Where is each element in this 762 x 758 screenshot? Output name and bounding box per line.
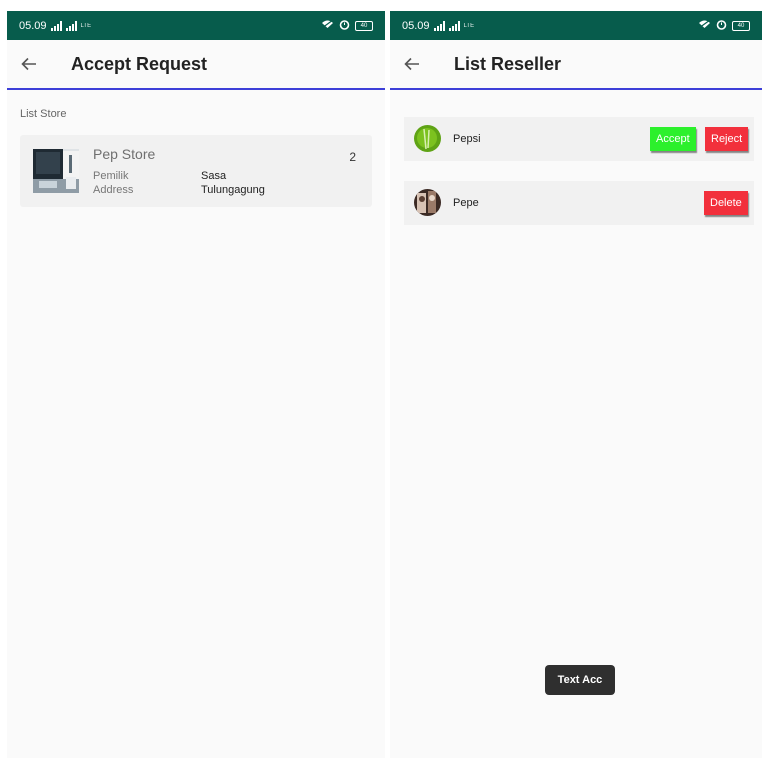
alarm-icon [339, 19, 350, 33]
owner-label: Pemilik [93, 170, 129, 182]
delete-button[interactable]: Delete [704, 191, 748, 215]
network-type: LTE [80, 22, 92, 29]
back-arrow-icon[interactable] [404, 57, 434, 71]
signal-icon-2 [448, 20, 460, 31]
store-image [33, 149, 79, 193]
reseller-avatar [414, 125, 441, 152]
reseller-row[interactable]: Pepe Delete [404, 181, 754, 225]
battery-icon: 40 [732, 20, 750, 31]
signal-icon-2 [65, 20, 77, 31]
wifi-off-icon [698, 19, 711, 32]
status-bar: 05.09 LTE 40 [7, 11, 385, 40]
store-card[interactable]: Pep Store 2 Pemilik Sasa Address Tulunga… [20, 135, 372, 207]
signal-icon [433, 20, 445, 31]
store-count: 2 [349, 150, 356, 164]
wifi-off-icon [321, 19, 334, 32]
battery-icon: 40 [355, 20, 373, 31]
accept-button[interactable]: Accept [650, 127, 696, 151]
section-label: List Store [20, 108, 67, 120]
reseller-name: Pepsi [453, 133, 481, 145]
back-arrow-icon[interactable] [21, 57, 51, 71]
reseller-avatar [414, 189, 441, 216]
app-bar: List Reseller [390, 40, 762, 90]
address-label: Address [93, 184, 134, 196]
reseller-name: Pepe [453, 197, 479, 209]
signal-icon [50, 20, 62, 31]
reseller-row[interactable]: Pepsi Accept Reject [404, 117, 754, 161]
status-time: 05.09 [402, 19, 430, 32]
page-title: List Reseller [454, 53, 562, 74]
address-value: Tulungagung [201, 184, 265, 196]
status-time: 05.09 [19, 19, 47, 32]
app-bar: Accept Request [7, 40, 385, 90]
owner-value: Sasa [201, 170, 227, 182]
status-bar: 05.09 LTE 40 [390, 11, 762, 40]
list-reseller-screen: 05.09 LTE 40 List Reseller Pepsi Accept … [390, 11, 762, 758]
accept-request-screen: 05.09 LTE 40 Accept Request List Store P… [7, 11, 385, 758]
alarm-icon [716, 19, 727, 33]
network-type: LTE [463, 22, 475, 29]
page-title: Accept Request [71, 53, 208, 74]
reject-button[interactable]: Reject [705, 127, 749, 151]
toast-message: Text Acc [545, 665, 615, 695]
store-name: Pep Store [93, 146, 156, 162]
